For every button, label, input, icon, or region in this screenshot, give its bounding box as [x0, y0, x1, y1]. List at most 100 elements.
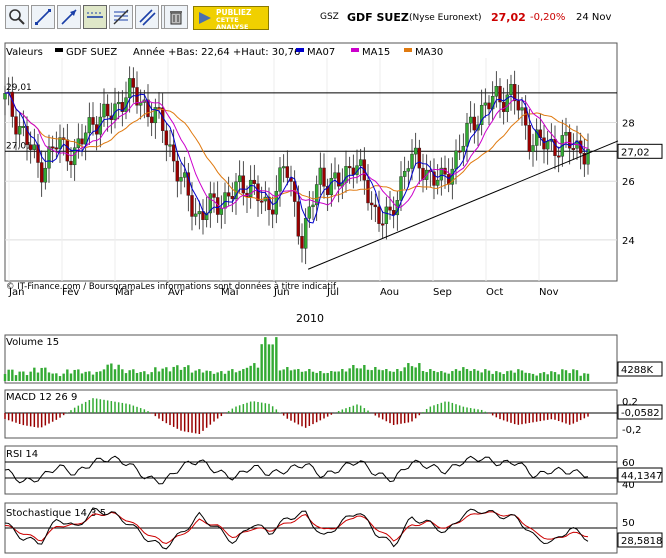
- volume-bar: [297, 369, 300, 381]
- candle-body: [457, 150, 462, 153]
- volume-bar: [209, 371, 212, 381]
- volume-bar: [132, 369, 135, 381]
- volume-bar: [300, 371, 304, 381]
- volume-bar: [586, 373, 590, 381]
- volume-bar: [29, 371, 32, 381]
- chart-canvas[interactable]: 242628Jan Fev Mar Avr Mai Jun Jul Aou Sep Oct Nov2…: [0, 36, 666, 558]
- volume-bar: [80, 373, 84, 381]
- candle-body: [329, 178, 334, 196]
- zoom-button[interactable]: [5, 5, 29, 29]
- trash-icon: [170, 11, 182, 25]
- volume-bar: [293, 369, 296, 381]
- volume-bar: [447, 373, 450, 381]
- fibonacci-button[interactable]: [109, 5, 133, 29]
- candle-body: [410, 153, 414, 169]
- volume-bar: [139, 372, 142, 381]
- channel-button[interactable]: [135, 5, 159, 29]
- copyright-notice: © IT-Finance.com / BoursoramaLes informa…: [6, 281, 337, 292]
- volume-bar: [58, 376, 62, 381]
- volume-label: Volume 15: [6, 337, 59, 348]
- volume-bar: [146, 374, 150, 381]
- candle-body: [168, 144, 172, 147]
- candle-body: [417, 147, 422, 169]
- volume-bar: [531, 373, 535, 381]
- volume-bar: [275, 337, 278, 381]
- candle-body: [564, 132, 568, 136]
- volume-bar: [124, 373, 128, 381]
- candle-body: [182, 172, 187, 178]
- volume-bar: [539, 373, 542, 381]
- volume-bar: [432, 370, 436, 381]
- volume-bar: [73, 369, 76, 381]
- candle-body: [413, 147, 418, 155]
- candle-body: [21, 126, 26, 128]
- candle-body: [483, 102, 488, 106]
- volume-bar: [381, 370, 384, 381]
- volume-bar: [506, 371, 509, 381]
- volume-bar: [304, 371, 307, 381]
- volume-bar: [568, 373, 571, 381]
- volume-bar: [168, 371, 172, 381]
- candle-body: [468, 116, 473, 124]
- candle-body: [465, 122, 469, 147]
- candle-body: [3, 93, 7, 100]
- volume-bar: [583, 373, 586, 381]
- volume-bar: [355, 368, 359, 381]
- volume-bar: [201, 372, 205, 381]
- volume-bar: [157, 371, 161, 381]
- volume-bar: [487, 370, 491, 381]
- volume-bar: [271, 344, 274, 381]
- candle-body: [281, 166, 286, 169]
- volume-bar: [451, 371, 454, 381]
- candle-body: [399, 176, 403, 201]
- volume-bar: [150, 372, 153, 381]
- volume-bar: [366, 369, 370, 381]
- volume-bar: [436, 372, 439, 381]
- volume-bar: [491, 373, 494, 381]
- volume-bar: [245, 367, 249, 381]
- candle-body: [472, 116, 477, 131]
- volume-bar: [143, 371, 146, 381]
- legend-ma30: MA30: [415, 47, 443, 58]
- volume-bar: [227, 370, 230, 381]
- legend-ma07: MA07: [307, 47, 335, 58]
- volume-bar: [443, 372, 447, 381]
- candle-body: [69, 160, 73, 166]
- price-ytick-label: 24: [622, 236, 635, 247]
- candle-body: [435, 179, 440, 186]
- candle-body: [545, 141, 550, 150]
- candle-body: [285, 166, 290, 178]
- ma30-line: [4, 92, 589, 200]
- volume-bar: [561, 369, 564, 381]
- volume-bar: [308, 369, 311, 381]
- year-label: 2010: [296, 312, 324, 325]
- candle-body: [230, 195, 235, 200]
- volume-bar: [495, 371, 498, 381]
- trendline-button[interactable]: [31, 5, 55, 29]
- candle-body: [219, 208, 224, 215]
- volume-bar: [128, 370, 131, 381]
- candle-body: [461, 145, 466, 153]
- publish-analysis-button[interactable]: PUBLIEZ CETTE ANALYSE: [193, 6, 269, 30]
- trendline-arrow-button[interactable]: [57, 5, 81, 29]
- candle-body: [373, 204, 378, 208]
- volume-bar: [190, 372, 194, 381]
- candle-body: [278, 167, 282, 192]
- volume-bar: [77, 369, 80, 381]
- horizontal-line-button[interactable]: [83, 5, 107, 29]
- volume-bar: [462, 367, 465, 381]
- volume-bar: [231, 369, 234, 381]
- candle-body: [127, 78, 132, 98]
- volume-bar: [88, 371, 91, 381]
- candle-body: [179, 177, 183, 182]
- volume-bar: [11, 369, 14, 381]
- candle-body: [516, 100, 521, 111]
- delete-button[interactable]: [164, 5, 188, 29]
- volume-bar: [517, 369, 520, 381]
- volume-bar: [575, 370, 579, 381]
- volume-bar: [278, 370, 282, 381]
- volume-bar: [14, 375, 18, 381]
- volume-bar: [135, 372, 139, 381]
- volume-bar: [414, 367, 417, 381]
- volume-bar: [359, 368, 362, 381]
